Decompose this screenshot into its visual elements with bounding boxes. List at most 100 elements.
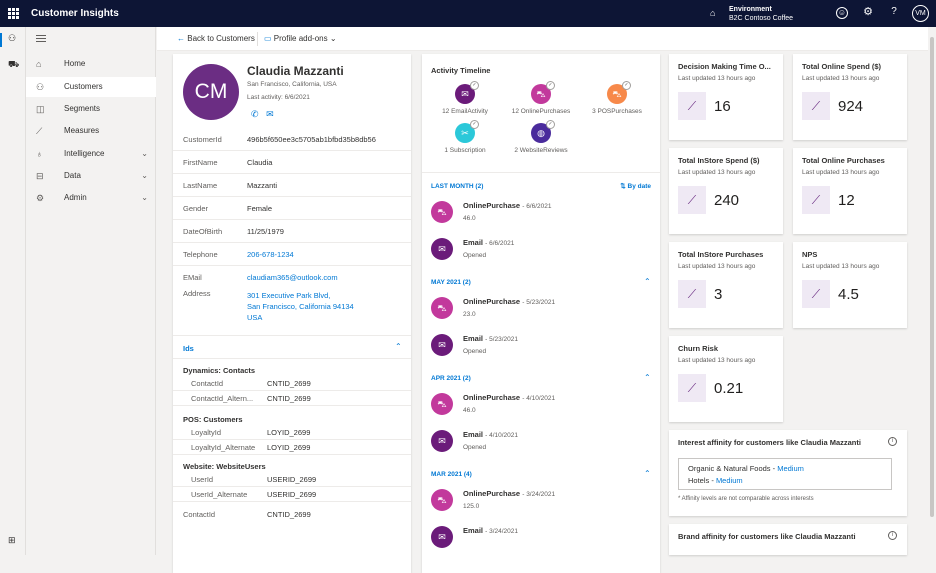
activity-timeline-card: Activity Timeline ✉ 12 EmailActivity ⛍ 12 … [422, 54, 660, 573]
measure-value: 924 [838, 98, 864, 115]
trend-chart-icon: ⟋ [802, 186, 830, 214]
app-launcher-icon[interactable] [8, 8, 19, 19]
insights-icon[interactable]: ⚇ [8, 33, 16, 44]
address-line: USA [247, 313, 263, 322]
hamburger-icon[interactable] [36, 35, 46, 44]
activity-filter-email[interactable]: ✉ 12 EmailActivity [425, 81, 505, 115]
interest-item: Hotels - Medium [688, 476, 743, 485]
measure-card[interactable]: Total Online Spend ($) Last updated 13 ho… [793, 54, 907, 140]
scrollbar-thumb[interactable] [930, 37, 934, 517]
item-type: OnlinePurchase [463, 393, 521, 402]
measure-title: Churn Risk [678, 344, 719, 353]
chevron-up-icon[interactable]: ⌃ [644, 373, 651, 382]
sort-by-date-button[interactable]: ⇅ By date [620, 182, 651, 190]
measure-card[interactable]: Total Online Purchases Last updated 13 ho… [793, 148, 907, 234]
measure-card[interactable]: Churn Risk Last updated 13 hours ago ⟋ 0.21 [669, 336, 783, 422]
telephone-link[interactable]: 206-678-1234 [247, 250, 294, 259]
id-row: ContactId CNTID_2699 [173, 507, 411, 522]
activity-filter-pos-purchases[interactable]: ⛍ 3 POSPurchases [577, 81, 657, 115]
nav-item-data[interactable]: ⊟ Data ⌄ [26, 166, 156, 186]
info-icon[interactable]: i [888, 437, 897, 446]
timeline-section-header[interactable]: MAR 2021 (4) [431, 471, 472, 478]
field-value: 11/25/1979 [247, 227, 284, 236]
trend-chart-icon: ⟋ [678, 92, 706, 120]
arrow-left-icon: ← [177, 34, 185, 43]
purchase-icon: ⛍ [531, 81, 555, 104]
id-value: LOYID_2699 [267, 443, 311, 452]
chevron-up-icon[interactable]: ⌃ [644, 277, 651, 286]
measure-card[interactable]: Total InStore Purchases Last updated 13 h… [669, 242, 783, 328]
nav-label: Measures [64, 126, 100, 135]
interest-level: Medium [715, 476, 743, 485]
engagement-icon[interactable]: ⛟ [8, 59, 19, 71]
item-date: 6/6/2021 [489, 240, 515, 247]
measure-updated: Last updated 13 hours ago [802, 169, 880, 176]
user-avatar[interactable]: VM [912, 5, 929, 22]
timeline-item[interactable]: ⛍ OnlinePurchase - 4/10/2021 46.0 [431, 390, 651, 422]
activity-filter-website-reviews[interactable]: ◍ 2 WebsiteReviews [501, 120, 581, 154]
address-link[interactable]: 301 Executive Park Blvd, San Francisco, … [247, 290, 354, 323]
activity-label: 2 WebsiteReviews [514, 147, 568, 154]
info-icon[interactable]: i [888, 531, 897, 540]
timeline-item[interactable]: ⛍ OnlinePurchase - 5/23/2021 23.0 [431, 294, 651, 326]
nav-item-admin[interactable]: ⚙ Admin ⌄ [26, 188, 156, 208]
side-navigation: ⌂ Home ⚇ Customers ◫ Segments ⟋ Measures ♁ In… [26, 27, 156, 555]
activity-filter-online-purchases[interactable]: ⛍ 12 OnlinePurchases [501, 81, 581, 115]
timeline-item[interactable]: ✉ Email - 4/10/2021 Opened [431, 427, 651, 459]
email-link[interactable]: claudiam365@outlook.com [247, 273, 338, 282]
field-row: LastName Mazzanti [173, 174, 411, 197]
top-bar: Customer Insights ⌂ Environment B2C Cont… [0, 0, 936, 27]
timeline-item[interactable]: ✉ Email - 5/23/2021 Opened [431, 331, 651, 363]
activity-filter-subscription[interactable]: ✂ 1 Subscription [425, 120, 505, 154]
profile-card: CM Claudia Mazzanti San Francisco, Calif… [173, 54, 411, 573]
item-detail: Opened [463, 444, 487, 451]
timeline-item[interactable]: ✉ Email - 6/6/2021 Opened [431, 235, 651, 267]
segments-icon: ◫ [36, 104, 45, 114]
help-icon[interactable]: ? [888, 7, 900, 19]
measure-updated: Last updated 13 hours ago [678, 169, 756, 176]
area-switcher-icon[interactable]: ⊞ [8, 535, 16, 546]
timeline-item[interactable]: ⛍ OnlinePurchase - 3/24/2021 125.0 [431, 486, 651, 518]
lightbulb-icon: ♁ [36, 149, 43, 159]
trend-chart-icon: ⟋ [678, 374, 706, 402]
feedback-icon[interactable]: ☺ [836, 7, 848, 19]
profile-addons-button[interactable]: ▭ Profile add-ons ⌄ [264, 34, 337, 43]
measure-value: 240 [714, 192, 740, 209]
timeline-section-header[interactable]: APR 2021 (2) [431, 375, 471, 382]
measure-value: 12 [838, 192, 855, 209]
nav-item-home[interactable]: ⌂ Home [26, 54, 156, 74]
timeline-section-header[interactable]: MAY 2021 (2) [431, 279, 471, 286]
environment-picker[interactable]: Environment B2C Contoso Coffee [729, 5, 793, 23]
settings-icon[interactable]: ⚙ [862, 7, 874, 19]
app-title[interactable]: Customer Insights [31, 8, 119, 19]
chevron-up-icon[interactable]: ⌃ [644, 469, 651, 478]
timeline-item[interactable]: ⛍ OnlinePurchase - 6/6/2021 46.0 [431, 198, 651, 230]
nav-item-segments[interactable]: ◫ Segments [26, 99, 156, 119]
field-key: DateOfBirth [183, 227, 223, 236]
timeline-item[interactable]: ✉ Email - 3/24/2021 [431, 523, 651, 555]
id-key: UserId [191, 475, 214, 484]
measure-card[interactable]: Decision Making Time O... Last updated 13… [669, 54, 783, 140]
nav-item-customers[interactable]: ⚇ Customers [26, 77, 156, 97]
trend-chart-icon: ⟋ [678, 280, 706, 308]
nav-item-measures[interactable]: ⟋ Measures [26, 121, 156, 141]
page-scrollbar[interactable] [928, 27, 936, 555]
phone-icon[interactable]: ✆ [251, 109, 259, 119]
mail-icon[interactable]: ✉ [266, 109, 274, 119]
ids-section-header[interactable]: Ids [183, 344, 194, 353]
field-row: DateOfBirth 11/25/1979 [173, 220, 411, 243]
field-row: Gender Female [173, 197, 411, 220]
chevron-up-icon[interactable]: ⌃ [395, 342, 402, 351]
id-row: UserId_Alternate USERID_2699 [173, 487, 411, 502]
timeline-section-header[interactable]: LAST MONTH (2) [431, 183, 483, 190]
brand-affinity-title: Brand affinity for customers like Claudi… [678, 532, 856, 541]
nav-item-intelligence[interactable]: ♁ Intelligence ⌄ [26, 144, 156, 164]
interest-item: Organic & Natural Foods - Medium [688, 464, 804, 473]
field-key: EMail [183, 273, 202, 282]
measure-card[interactable]: NPS Last updated 13 hours ago ⟋ 4.5 [793, 242, 907, 328]
item-type: OnlinePurchase [463, 201, 521, 210]
back-to-customers-button[interactable]: ← Back to Customers [177, 34, 255, 43]
interest-name: Organic & Natural Foods [688, 464, 771, 473]
main-content: ← Back to Customers ▭ Profile add-ons ⌄ … [157, 27, 928, 573]
measure-card[interactable]: Total InStore Spend ($) Last updated 13 h… [669, 148, 783, 234]
